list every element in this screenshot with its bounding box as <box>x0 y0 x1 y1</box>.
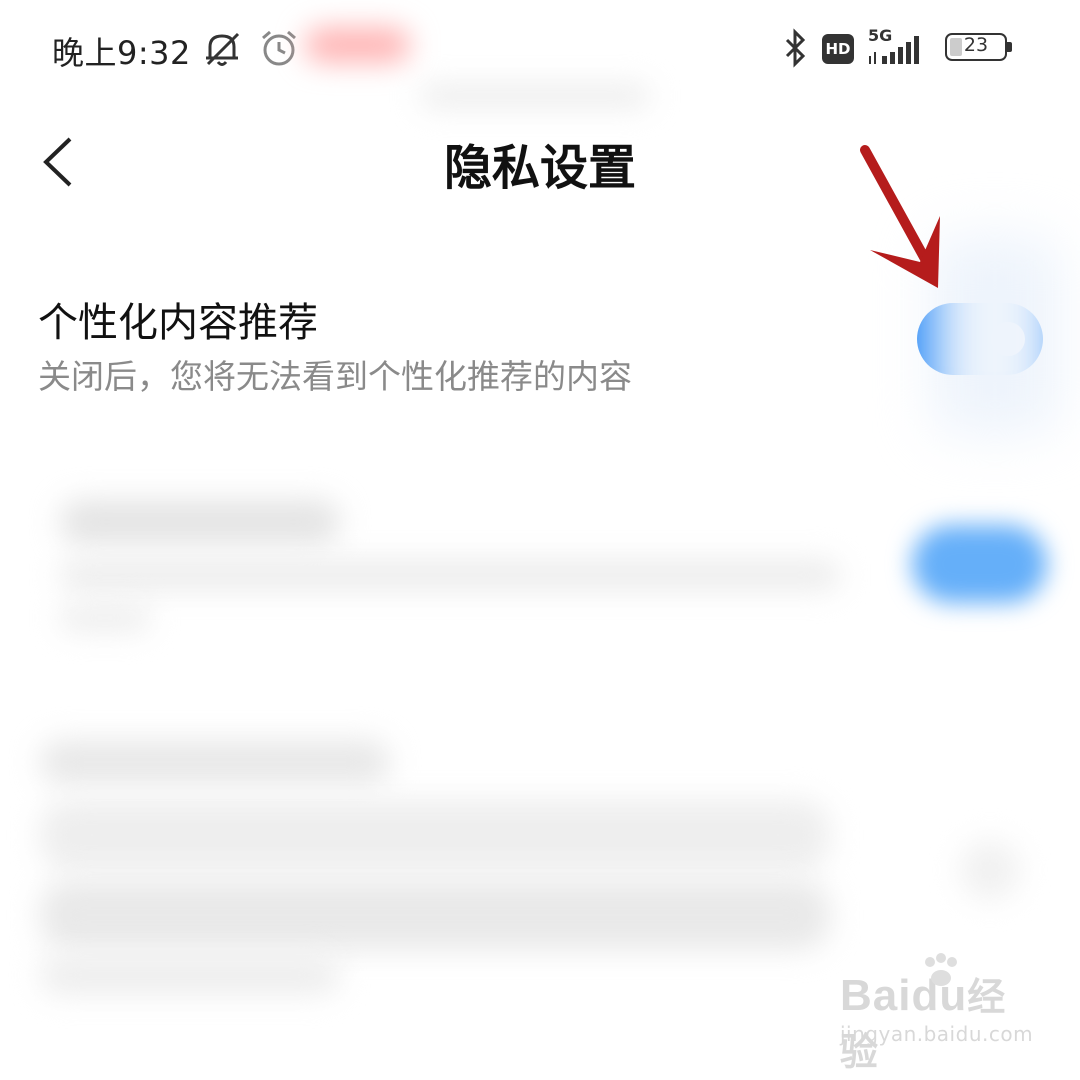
5g-signal-icon: 5G <box>866 26 936 70</box>
alarm-icon <box>262 30 296 66</box>
blurred-notification <box>305 28 410 62</box>
watermark-url: jingyan.baidu.com <box>840 1022 1034 1046</box>
setting-description: 关闭后，您将无法看到个性化推荐的内容 <box>38 357 632 396</box>
blurred-section-body <box>40 880 830 950</box>
blurred-section-body <box>40 955 340 995</box>
blurred-section-body <box>40 800 830 870</box>
status-time: 晚上9:32 <box>52 34 191 72</box>
setting-title: 个性化内容推荐 <box>38 300 318 346</box>
blurred-notification <box>420 85 650 107</box>
blurred-row-desc <box>60 560 840 590</box>
bluetooth-icon <box>785 28 806 68</box>
status-bar: 晚上9:32 HD 5G 23 <box>0 0 1080 107</box>
hd-icon: HD <box>822 34 854 64</box>
blurred-chevron <box>960 840 1020 900</box>
baidu-jingyan-watermark: Baidu经验 jingyan.baidu.com <box>840 952 1040 1074</box>
blurred-row-title <box>60 500 340 544</box>
battery-icon: 23 <box>945 33 1017 65</box>
battery-level: 23 <box>963 34 989 56</box>
paw-icon <box>925 953 957 986</box>
hd-label: HD <box>825 40 851 58</box>
mute-icon <box>206 32 240 66</box>
blurred-section-title <box>40 740 390 784</box>
blurred-row-desc <box>60 605 150 631</box>
arrow-down-left-icon <box>860 145 940 288</box>
blurred-toggle <box>912 525 1047 603</box>
